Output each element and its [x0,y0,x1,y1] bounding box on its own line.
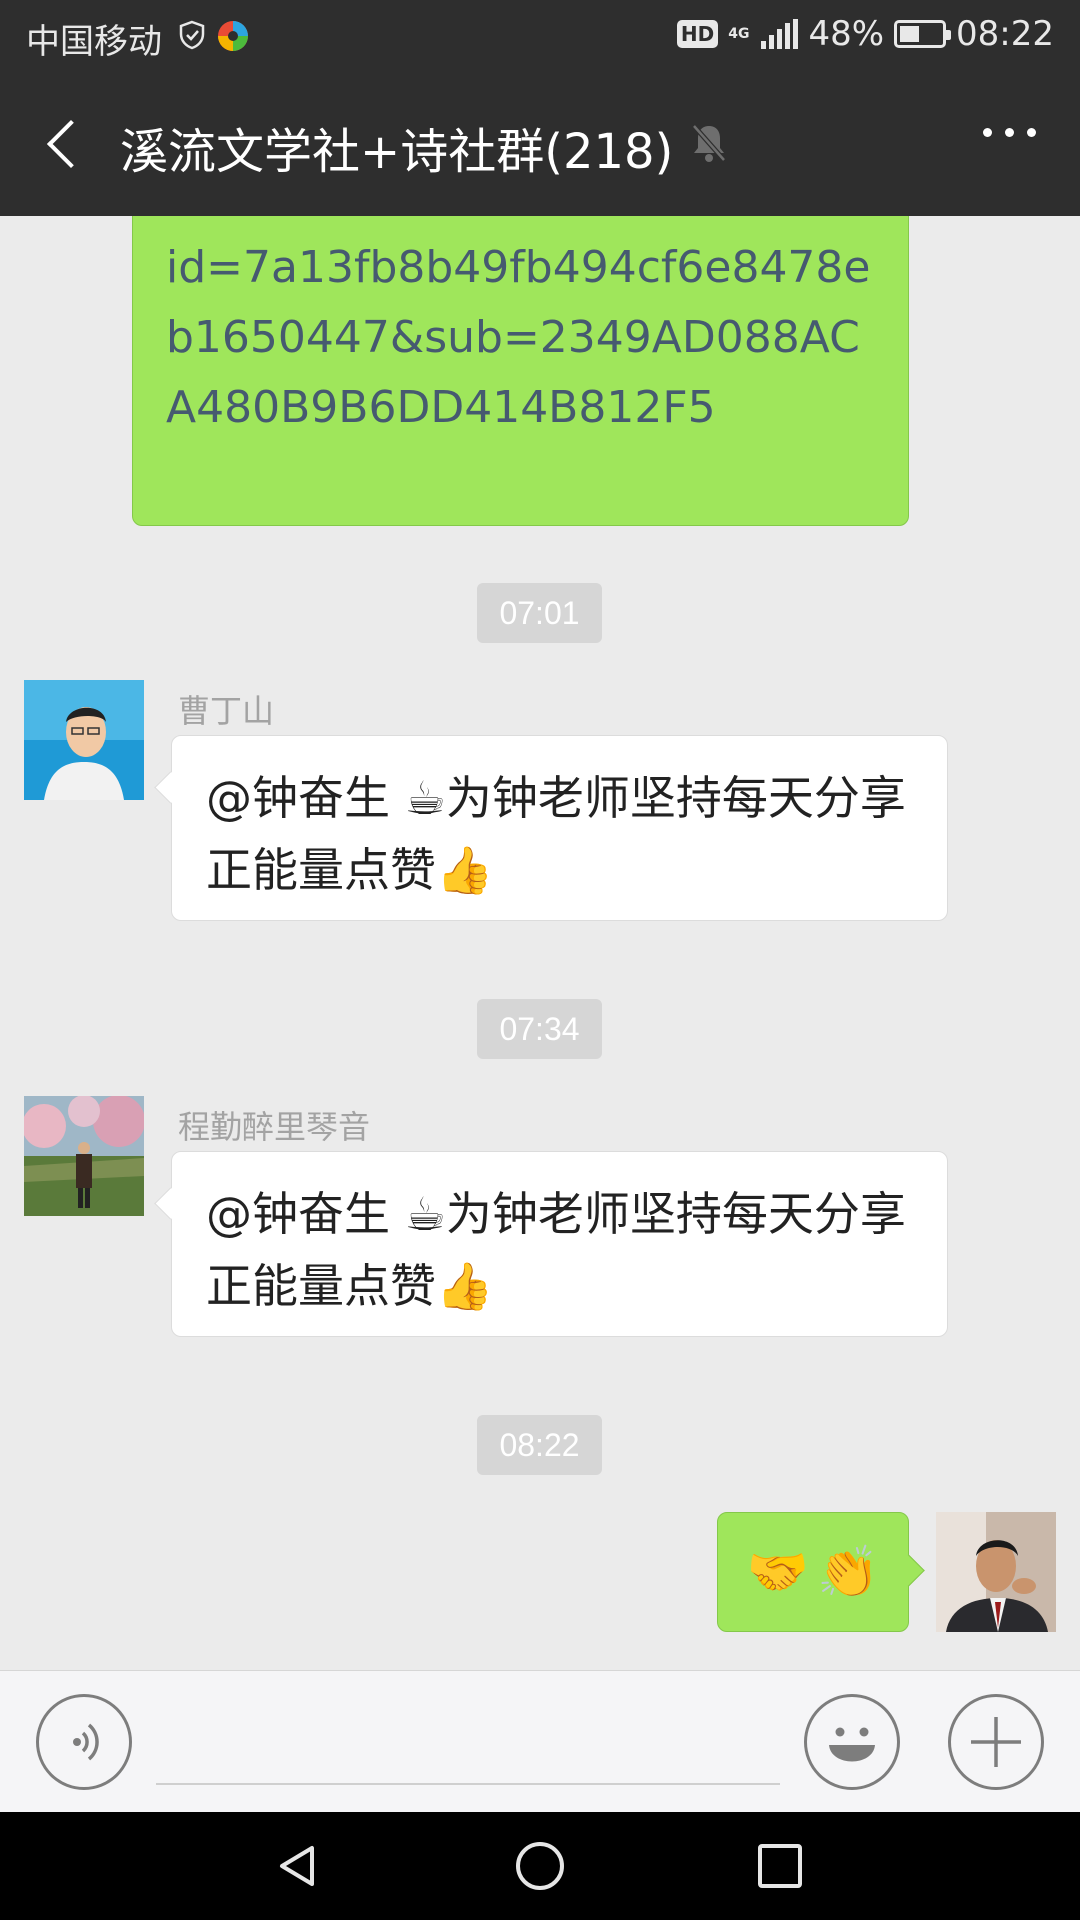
input-bar [0,1670,1080,1812]
nav-back-icon[interactable] [268,1836,328,1896]
network-type: 4G [728,26,750,42]
message-input[interactable] [156,1701,780,1785]
more-icon-dot [1005,128,1014,137]
thumbs-up-emoji: 👍 [436,843,494,897]
battery-icon [894,20,952,48]
timestamp: 07:34 [477,999,602,1059]
coffee-emoji: ☕ [404,771,446,825]
voice-icon [73,1723,99,1761]
system-navigation-bar [0,1812,1080,1920]
coffee-emoji: ☕ [404,1187,446,1241]
emoji-button[interactable] [804,1694,900,1790]
message-list[interactable]: id=7a13fb8b49fb494cf6e8478eb1650447&sub=… [0,216,1080,1670]
clock: 08:22 [956,14,1054,54]
chat-title: 溪流文学社+诗社群(218) [120,124,674,180]
status-app-icons [176,19,250,53]
shield-check-icon [179,20,205,50]
avatar-caodingshan[interactable] [24,680,144,800]
handshake-emoji: 🤝 [746,1542,809,1601]
more-icon-dot [983,128,992,137]
received-message[interactable]: @钟奋生 ☕为钟老师坚持每天分享正能量点赞👍 [171,1151,948,1337]
plus-button[interactable] [948,1694,1044,1790]
carrier-name: 中国移动 [26,22,162,62]
avatar-chengqin[interactable] [24,1096,144,1216]
plus-icon [971,1717,1021,1767]
mention[interactable]: @钟奋生 [206,1187,390,1241]
timestamp: 08:22 [477,1415,602,1475]
smiley-icon [829,1727,875,1762]
signal-icon [761,19,799,49]
thumbs-up-emoji: 👍 [436,1259,494,1313]
timestamp: 07:01 [477,583,602,643]
more-icon-dot [1027,128,1036,137]
mention[interactable]: @钟奋生 [206,771,390,825]
nav-home-icon[interactable] [510,1836,570,1896]
back-button[interactable] [34,110,104,180]
more-button[interactable] [983,128,1036,137]
sender-name: 曹丁山 [178,692,275,730]
avatar-self[interactable] [936,1512,1056,1632]
sent-emoji-message[interactable]: 🤝 👏 [717,1512,909,1632]
received-message[interactable]: @钟奋生 ☕为钟老师坚持每天分享正能量点赞👍 [171,735,948,921]
sender-name: 程勤醉里琴音 [178,1108,371,1146]
nav-recent-icon[interactable] [750,1836,810,1896]
status-bar: 中国移动 HD 4G 48% 08:22 [0,0,1080,74]
bell-off-icon [692,124,726,162]
sent-link-message[interactable]: id=7a13fb8b49fb494cf6e8478eb1650447&sub=… [132,216,909,526]
voice-button[interactable] [36,1694,132,1790]
hd-badge: HD [676,20,719,48]
clap-emoji: 👏 [817,1542,880,1601]
chat-header: 溪流文学社+诗社群(218) [0,74,1080,216]
battery-percent: 48% [808,14,885,54]
color-wheel-icon [218,21,248,51]
